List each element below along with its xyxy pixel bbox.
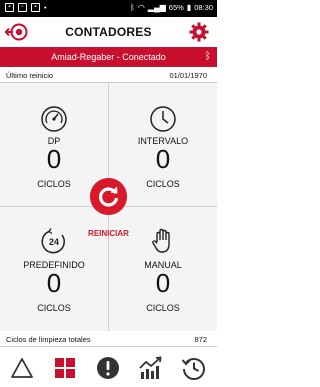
signal-icon: ▂▄▆ (147, 3, 166, 12)
alert-icon[interactable] (94, 354, 122, 382)
counter-preset: 24 PREDEFINIDO 0 CICLOS (0, 207, 108, 330)
counter-manual-unit: CICLOS (146, 303, 180, 313)
wifi-icon: ◠ (137, 3, 145, 12)
image-notification-icon: ▫ (18, 3, 27, 12)
page-title: CONTADORES (65, 25, 152, 39)
last-reset-value: 01/01/1970 (169, 71, 207, 80)
timer-24-label: 24 (49, 237, 59, 247)
app-bar: CONTADORES (0, 17, 217, 47)
counter-manual: MANUAL 0 CICLOS (109, 207, 217, 330)
total-cycles-value: 872 (194, 335, 207, 344)
counter-preset-unit: CICLOS (37, 303, 71, 313)
more-icon: • (44, 3, 47, 12)
notification-icon: ▪ (5, 3, 14, 12)
gallery-notification-icon: ▪ (31, 3, 40, 12)
counter-dp-value: 0 (46, 144, 62, 174)
battery-percent: 65% (168, 3, 184, 12)
hand-icon (152, 228, 170, 253)
bluetooth-status-icon: ᛒ (130, 3, 135, 12)
grid-icon[interactable] (51, 354, 79, 382)
status-notification-icons: ▪ ▫ ▪ • (5, 3, 47, 12)
trend-chart-icon[interactable] (137, 354, 165, 382)
timer-24-icon: 24 (41, 228, 65, 254)
reset-button[interactable] (90, 178, 127, 215)
status-bar: ▪ ▫ ▪ • ᛒ ◠ ▂▄▆ 65% ▮ 08:30 (0, 0, 217, 17)
counters-grid: DP 0 CICLOS INTERVALO 0 CICLOS 24 PREDEF… (0, 83, 217, 331)
bottom-nav (0, 348, 217, 387)
last-reset-label: Último reinicio (6, 71, 54, 80)
connection-bar: Amiad-Regaber - Conectado ᛒ (0, 47, 217, 67)
counter-interval-value: 0 (155, 144, 171, 174)
reset-label[interactable]: REINICIAR (70, 229, 147, 238)
counter-manual-value: 0 (155, 268, 171, 298)
gear-icon[interactable] (189, 22, 209, 42)
total-cycles-label: Ciclos de limpieza totales (6, 335, 91, 344)
clock-icon (150, 106, 176, 132)
history-icon[interactable] (180, 354, 208, 382)
clock: 08:30 (194, 3, 213, 12)
counter-interval-unit: CICLOS (146, 179, 180, 189)
gauge-icon (41, 106, 67, 132)
battery-icon: ▮ (186, 3, 192, 12)
total-cycles-row: Ciclos de limpieza totales 872 (0, 333, 217, 347)
delta-icon[interactable] (8, 354, 36, 382)
connection-status: Amiad-Regaber - Conectado (51, 52, 166, 62)
counter-preset-value: 0 (46, 268, 62, 298)
bluetooth-icon: ᛒ (205, 51, 211, 62)
last-reset-row: Último reinicio 01/01/1970 (0, 67, 217, 83)
